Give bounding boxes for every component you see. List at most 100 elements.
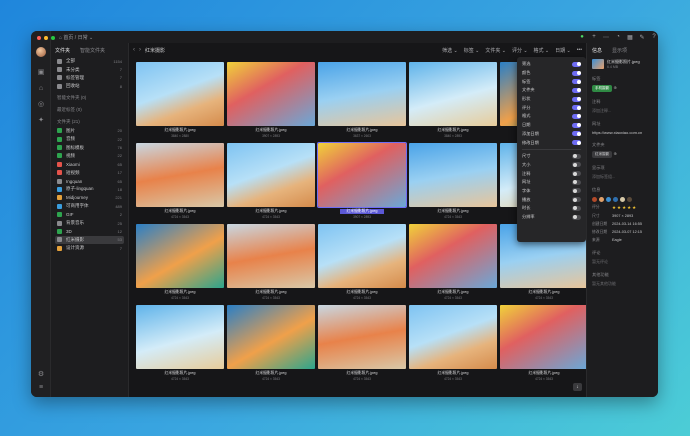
plugin-icon[interactable]: ✦ bbox=[37, 117, 45, 125]
sidebar-item[interactable]: 标签管理 7 bbox=[55, 74, 124, 82]
tab-smart-folders[interactable]: 智能文件夹 bbox=[80, 47, 105, 54]
menu-item[interactable]: 播放 bbox=[522, 195, 581, 204]
brush-icon[interactable]: ✎ bbox=[638, 34, 646, 41]
photo-thumbnail[interactable] bbox=[500, 305, 586, 369]
smart-folder-header[interactable]: 智能文件夹 (0) bbox=[55, 94, 124, 103]
sidebar-folder[interactable]: 3D 12 bbox=[55, 227, 124, 235]
sidebar-item[interactable]: 未分类 7 bbox=[55, 65, 124, 73]
menu-toggle[interactable] bbox=[572, 96, 581, 102]
menu-item[interactable]: 日期 bbox=[522, 121, 581, 130]
photo-thumbnail[interactable] bbox=[227, 305, 315, 369]
menu-item[interactable]: 注释 bbox=[522, 169, 581, 178]
help-icon[interactable]: ? bbox=[650, 34, 658, 40]
photo-thumbnail[interactable] bbox=[136, 62, 224, 126]
photo-card[interactable]: 红米摄影照片.jpeg 3840 × 2893 bbox=[409, 62, 497, 138]
photo-card[interactable]: 红米摄影照片.jpeg 3907 × 2893 bbox=[317, 142, 407, 219]
photo-thumbnail[interactable] bbox=[409, 62, 497, 126]
library-icon[interactable]: ▣ bbox=[37, 69, 45, 77]
menu-toggle[interactable] bbox=[572, 70, 581, 76]
menu-toggle[interactable] bbox=[572, 122, 581, 128]
photo-card[interactable]: 红米摄影照片.jpeg 4724 × 3543 bbox=[318, 305, 406, 381]
photo-card[interactable]: 红米摄影照片.jpeg 4724 × 3543 bbox=[409, 305, 497, 381]
home-icon[interactable]: ⌂ bbox=[37, 85, 45, 93]
photo-thumbnail[interactable] bbox=[136, 143, 224, 207]
tag-chip[interactable]: 手机摄影 bbox=[592, 85, 613, 92]
toolbar-option[interactable]: 标签 ⌄ bbox=[464, 47, 480, 54]
menu-icon[interactable]: ≡ bbox=[37, 384, 45, 392]
sidebar-folder[interactable]: 设计资源 7 bbox=[55, 244, 124, 252]
menu-item[interactable]: 字体 bbox=[522, 187, 581, 196]
rating-stars[interactable]: ★★★★★ bbox=[612, 205, 637, 211]
photo-thumbnail[interactable] bbox=[409, 305, 497, 369]
menu-toggle[interactable] bbox=[572, 153, 581, 159]
photo-card[interactable]: 红米摄影照片.jpeg 4724 × 3543 bbox=[136, 305, 224, 381]
menu-toggle[interactable] bbox=[572, 171, 581, 177]
photo-thumbnail[interactable] bbox=[409, 224, 497, 288]
photo-thumbnail[interactable] bbox=[318, 224, 406, 288]
grid-view-icon[interactable]: ▦ bbox=[626, 34, 634, 41]
menu-item[interactable]: 评分 bbox=[522, 103, 581, 112]
photo-thumbnail[interactable] bbox=[227, 143, 315, 207]
forward-icon[interactable]: › bbox=[139, 47, 141, 53]
sidebar-folder[interactable]: 音频 22 bbox=[55, 135, 124, 143]
toolbar-option[interactable]: 格式 ⌄ bbox=[534, 47, 550, 54]
photo-card[interactable]: 红米摄影照片.jpeg 4724 × 3543 bbox=[227, 224, 315, 300]
display-value[interactable]: 添加标签组... bbox=[592, 174, 653, 180]
folder-chip[interactable]: 红米摄影 bbox=[592, 151, 613, 158]
photo-thumbnail[interactable] bbox=[318, 305, 406, 369]
photo-card[interactable]: 红米摄影照片.jpeg 3637 × 2603 bbox=[318, 62, 406, 138]
menu-toggle[interactable] bbox=[572, 87, 581, 93]
menu-item[interactable]: 文件夹 bbox=[522, 86, 581, 95]
menu-item[interactable]: 分辨率 bbox=[522, 213, 581, 222]
menu-item[interactable]: 时长 bbox=[522, 204, 581, 213]
menu-toggle[interactable] bbox=[572, 197, 581, 203]
sidebar-folder[interactable]: 原子-lingquan 18 bbox=[55, 185, 124, 193]
menu-item[interactable]: 网址 bbox=[522, 178, 581, 187]
color-swatch[interactable] bbox=[613, 197, 618, 202]
back-icon[interactable]: ‹ bbox=[133, 47, 135, 53]
menu-toggle[interactable] bbox=[572, 131, 581, 137]
menu-toggle[interactable] bbox=[572, 162, 581, 168]
menu-toggle[interactable] bbox=[572, 105, 581, 111]
sidebar-item[interactable]: 全部 1154 bbox=[55, 57, 124, 65]
menu-item[interactable]: 形状 bbox=[522, 95, 581, 104]
photo-thumbnail[interactable] bbox=[318, 62, 406, 126]
close-window-button[interactable] bbox=[37, 36, 41, 40]
toolbar-option[interactable]: 文件夹 ⌄ bbox=[485, 47, 506, 54]
color-swatch[interactable] bbox=[627, 197, 632, 202]
menu-item[interactable]: 颜色 bbox=[522, 69, 581, 78]
sidebar-folder[interactable]: GIF 2 bbox=[55, 210, 124, 218]
photo-card[interactable]: 红米摄影照片.jpeg 4724 × 3543 bbox=[409, 143, 497, 219]
avatar[interactable] bbox=[36, 47, 46, 57]
photo-card[interactable]: 红米摄影照片.jpeg 4724 × 3543 bbox=[227, 305, 315, 381]
menu-item[interactable]: 大小 bbox=[522, 161, 581, 170]
menu-toggle[interactable] bbox=[572, 113, 581, 119]
photo-thumbnail[interactable] bbox=[317, 142, 407, 208]
color-swatch[interactable] bbox=[606, 197, 611, 202]
add-folder-icon[interactable]: ⊕ bbox=[614, 151, 618, 156]
folders-header[interactable]: 文件夹 (21) bbox=[55, 118, 124, 127]
menu-toggle[interactable] bbox=[572, 188, 581, 194]
toolbar-option[interactable]: ••• bbox=[577, 47, 582, 54]
breadcrumb[interactable]: ⌂ 首页 / 日常 ⌄ bbox=[59, 34, 93, 41]
sidebar-folder[interactable]: 短视频 17 bbox=[55, 169, 124, 177]
photo-card[interactable]: 红米摄影照片.jpeg 4724 × 3543 bbox=[318, 224, 406, 300]
url-input[interactable]: https://www.xiaoxiao.com.cn bbox=[592, 130, 653, 135]
add-icon[interactable]: + bbox=[590, 34, 598, 40]
sidebar-folder[interactable]: Midjourney 221 bbox=[55, 194, 124, 202]
sidebar-folder[interactable]: Xiaomi 65 bbox=[55, 160, 124, 168]
settings-icon[interactable]: ⚙ bbox=[37, 371, 45, 379]
toolbar-option[interactable]: 筛选 ⌄ bbox=[442, 47, 458, 54]
more-icon[interactable]: ⋯ bbox=[602, 34, 610, 41]
sidebar-folder[interactable]: 图标模板 76 bbox=[55, 143, 124, 151]
recent-tags-header[interactable]: 最近标签 (0) bbox=[55, 106, 124, 115]
menu-toggle[interactable] bbox=[572, 205, 581, 211]
photo-card[interactable]: 红米摄影照片.jpeg 4724 × 3543 bbox=[136, 224, 224, 300]
photo-thumbnail[interactable] bbox=[136, 224, 224, 288]
photo-thumbnail[interactable] bbox=[409, 143, 497, 207]
note-input[interactable]: 添加注释... bbox=[592, 108, 653, 114]
photo-thumbnail[interactable] bbox=[227, 224, 315, 288]
menu-item[interactable]: 尺寸 bbox=[522, 152, 581, 161]
color-swatch[interactable] bbox=[592, 197, 597, 202]
download-icon[interactable]: ↓ bbox=[573, 383, 582, 391]
